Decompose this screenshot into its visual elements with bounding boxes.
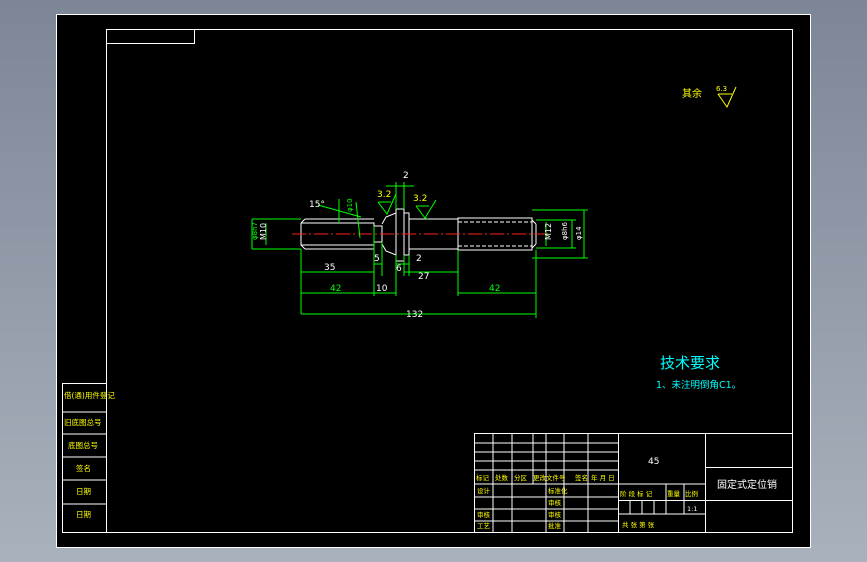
dim-roughness-right: 3.2 bbox=[413, 194, 427, 204]
drawing-sheet: 其余 6.3 15° 3.2 3.2 2 φ8h7 M10 φ10 M12 φ8… bbox=[56, 14, 811, 548]
tb-material: 45 bbox=[648, 457, 659, 467]
rev-header-zone: 分区 bbox=[514, 473, 528, 482]
tb-approve-top: 审核 bbox=[548, 510, 562, 519]
tb-scale-value: 1:1 bbox=[687, 505, 697, 513]
strip-date-1: 日期 bbox=[76, 487, 91, 496]
dim-thread-left: M10 bbox=[259, 223, 268, 240]
dim-len-2: 2 bbox=[416, 254, 422, 264]
tb-design: 设计 bbox=[477, 486, 491, 495]
dim-small-dia: φ10 bbox=[346, 198, 354, 212]
dim-len-thread-left: 35 bbox=[324, 263, 335, 273]
dim-left-fit: φ8h7 bbox=[251, 222, 259, 240]
strip-sign: 签名 bbox=[76, 463, 91, 473]
strip-base-total: 底图总号 bbox=[68, 440, 98, 450]
dim-len-10: 10 bbox=[376, 284, 388, 294]
rev-header-date: 年 月 日 bbox=[591, 473, 615, 482]
surface-note-roughness: 6.3 bbox=[716, 85, 727, 93]
tb-review: 审核 bbox=[548, 498, 562, 507]
tech-req-item-1: 1、未注明倒角C1。 bbox=[656, 379, 741, 391]
dim-len-total: 132 bbox=[406, 310, 423, 320]
tech-req-title: 技术要求 bbox=[660, 354, 720, 372]
rev-header-count: 处数 bbox=[495, 473, 509, 482]
dim-len-42-left: 42 bbox=[330, 284, 341, 294]
tb-weight-label: 重量 bbox=[667, 490, 681, 498]
dim-len-27: 27 bbox=[418, 272, 429, 282]
strip-borrowed: 借(通)用件登记 bbox=[64, 390, 115, 400]
dim-roughness-left: 3.2 bbox=[377, 190, 391, 200]
tb-standardize: 标准化 bbox=[548, 486, 568, 495]
dim-right-fit: φ8h6 bbox=[561, 221, 569, 240]
surface-note-label: 其余 bbox=[682, 87, 702, 100]
rev-header-docno: 更改文件号 bbox=[533, 473, 566, 482]
dim-len-42-right: 42 bbox=[489, 284, 500, 294]
dim-len-6: 6 bbox=[396, 264, 402, 274]
tb-scale-label: 比例 bbox=[685, 489, 698, 498]
drawing-canvas: 其余 6.3 15° 3.2 3.2 2 φ8h7 M10 φ10 M12 φ8… bbox=[56, 14, 811, 548]
tb-craft: 工艺 bbox=[477, 522, 491, 530]
tb-stage-label: 阶 段 标 记 bbox=[620, 489, 653, 498]
strip-date-2: 日期 bbox=[76, 510, 91, 519]
dim-len-5: 5 bbox=[374, 254, 380, 264]
dim-right-outer: φ14 bbox=[575, 226, 583, 240]
dim-top-width: 2 bbox=[403, 171, 409, 181]
inner-border bbox=[106, 29, 793, 533]
tb-approve: 批准 bbox=[548, 521, 562, 530]
tb-sheets: 共 张 第 张 bbox=[622, 520, 655, 529]
tb-part-name: 固定式定位销 bbox=[717, 478, 777, 491]
tb-check: 审核 bbox=[477, 510, 491, 519]
strip-old-base: 旧底图总号 bbox=[64, 417, 102, 427]
dim-thread-right: M12 bbox=[544, 223, 553, 240]
rev-header-sign: 签名 bbox=[575, 473, 588, 482]
dim-chamfer-angle: 15° bbox=[309, 200, 325, 210]
drawing-number-box bbox=[106, 29, 195, 44]
rev-header-mark: 标记 bbox=[476, 473, 490, 482]
